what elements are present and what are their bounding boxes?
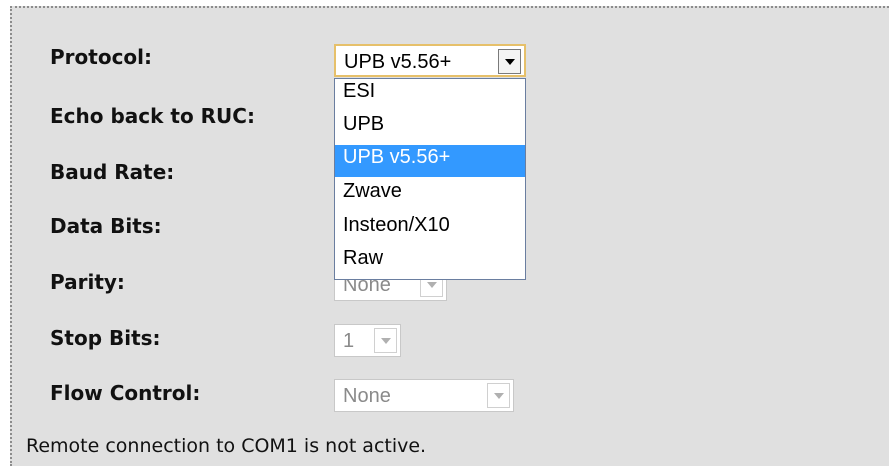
stop-bits-select: 1 <box>334 324 401 357</box>
flow-control-label: Flow Control: <box>50 381 201 405</box>
stop-bits-label: Stop Bits: <box>50 326 161 350</box>
settings-panel: Protocol: Echo back to RUC: Baud Rate: D… <box>10 6 889 466</box>
parity-label: Parity: <box>50 270 125 294</box>
protocol-option-raw[interactable]: Raw <box>335 246 525 278</box>
chevron-down-icon <box>381 338 391 344</box>
protocol-select[interactable]: UPB v5.56+ <box>334 44 526 77</box>
chevron-down-icon <box>494 393 504 399</box>
protocol-dropdown-button[interactable] <box>498 49 521 74</box>
data-bits-label: Data Bits: <box>50 214 162 238</box>
connection-status-text: Remote connection to COM1 is not active. <box>26 435 427 457</box>
protocol-option-insteon-x10[interactable]: Insteon/X10 <box>335 213 525 245</box>
baud-rate-label: Baud Rate: <box>50 160 175 184</box>
stop-bits-select-value: 1 <box>343 330 355 352</box>
echo-back-label: Echo back to RUC: <box>50 104 255 128</box>
chevron-down-icon <box>427 282 437 288</box>
protocol-option-esi[interactable]: ESI <box>335 79 525 111</box>
protocol-option-upb[interactable]: UPB <box>335 112 525 144</box>
protocol-option-zwave[interactable]: Zwave <box>335 179 525 211</box>
protocol-dropdown-list: ESI UPB UPB v5.56+ Zwave Insteon/X10 Raw <box>334 78 526 280</box>
protocol-option-upb-v556[interactable]: UPB v5.56+ <box>335 145 525 177</box>
protocol-select-value: UPB v5.56+ <box>344 51 452 73</box>
stop-bits-dropdown-button <box>374 328 397 353</box>
flow-control-select-value: None <box>343 385 391 407</box>
flow-control-dropdown-button <box>487 383 510 408</box>
protocol-label: Protocol: <box>50 45 153 69</box>
flow-control-select: None <box>334 379 514 412</box>
chevron-down-icon <box>505 59 515 65</box>
